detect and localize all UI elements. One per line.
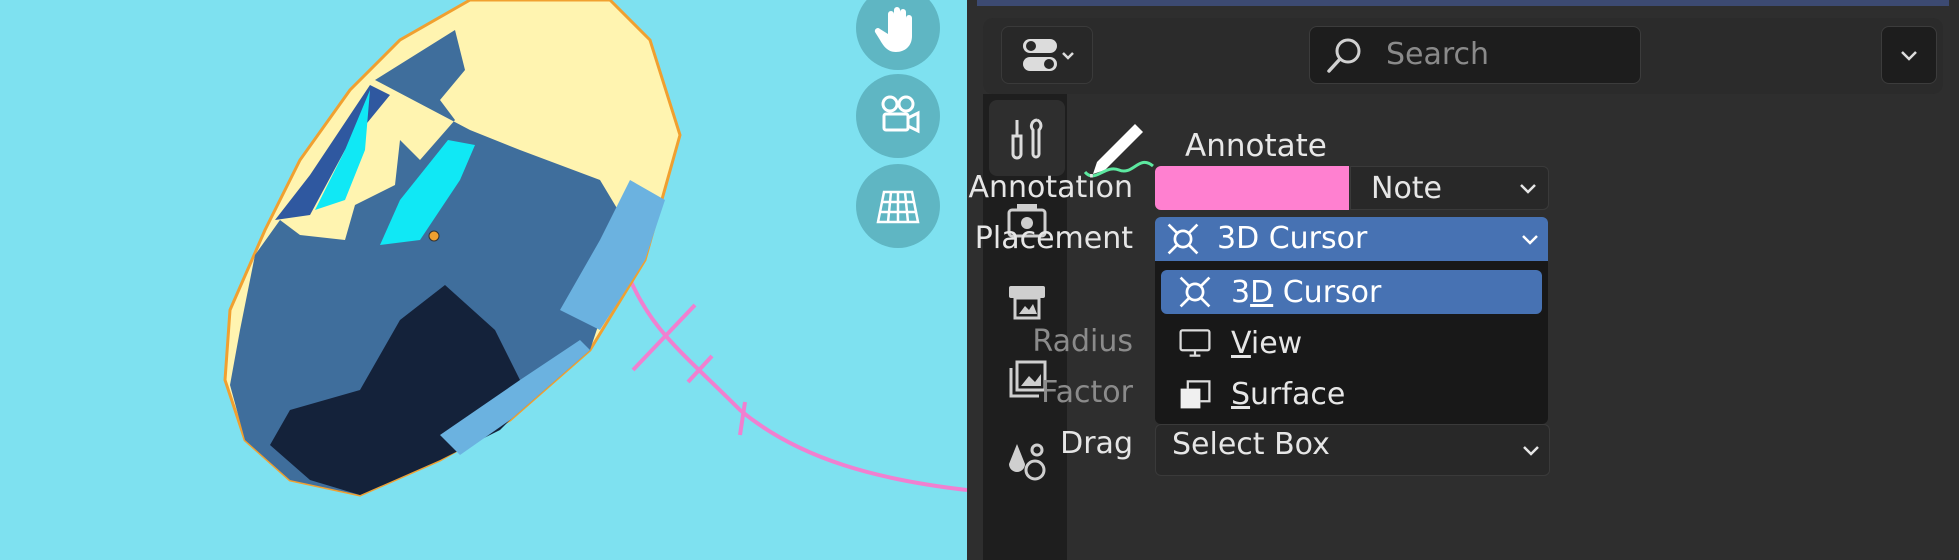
hand-icon (874, 7, 912, 52)
chevron-down-icon (1901, 51, 1917, 61)
chevron-down-icon (1522, 235, 1538, 245)
grid-icon (876, 190, 920, 224)
options-dropdown-button[interactable] (1881, 26, 1937, 84)
chevron-down-icon (1520, 184, 1536, 194)
menu-item-view[interactable]: View (1161, 321, 1542, 365)
ortho-grid-button[interactable] (856, 164, 940, 248)
menu-item-label: 3D Cursor (1231, 275, 1382, 310)
drag-value: Select Box (1172, 427, 1330, 462)
tool-icon (1011, 118, 1043, 160)
annotation-layer-value: Note (1371, 171, 1443, 206)
menu-item-label: Surface (1231, 377, 1346, 412)
monitor-icon (1179, 329, 1211, 357)
search-icon (1327, 38, 1361, 73)
annotation-tick-3 (738, 401, 747, 436)
annotation-label: Annotation (968, 170, 1133, 205)
search-placeholder: Search (1386, 37, 1490, 72)
cursor-icon (1179, 276, 1211, 308)
annotation-tick-1 (631, 303, 697, 372)
placement-label: Placement (974, 221, 1133, 256)
menu-item-3d-cursor[interactable]: 3D Cursor (1161, 270, 1542, 314)
viewport-scene[interactable] (0, 0, 967, 560)
menu-item-surface[interactable]: Surface (1161, 372, 1542, 416)
search-field[interactable]: Search (1309, 26, 1641, 84)
placement-dropdown[interactable]: 3D Cursor (1155, 217, 1548, 261)
radius-label: Radius (1032, 324, 1133, 359)
drag-dropdown[interactable]: Select Box (1155, 424, 1550, 476)
chevron-down-icon (1523, 446, 1539, 456)
placement-value: 3D Cursor (1217, 221, 1368, 256)
camera-icon (881, 95, 920, 134)
top-strip (977, 0, 1949, 6)
surface-icon (1180, 380, 1211, 409)
3d-viewport[interactable] (0, 0, 967, 560)
properties-editor-icon (1023, 39, 1074, 71)
annotation-layer-dropdown[interactable]: Note (1350, 166, 1549, 210)
cursor-icon (1167, 223, 1199, 255)
torus-object (223, 0, 682, 497)
tab-tool[interactable] (989, 100, 1065, 176)
camera-view-button[interactable] (856, 74, 940, 158)
menu-item-label: View (1231, 326, 1303, 361)
drag-label: Drag (1060, 426, 1133, 461)
editor-type-selector[interactable] (1001, 26, 1093, 84)
annotation-color-swatch[interactable] (1155, 166, 1349, 210)
annotation-stroke (624, 269, 967, 492)
placement-menu: 3D Cursor View Surface (1155, 261, 1548, 424)
printer-icon (1009, 286, 1045, 320)
tool-title: Annotate (1185, 128, 1327, 164)
factor-label: Factor (1041, 375, 1133, 410)
